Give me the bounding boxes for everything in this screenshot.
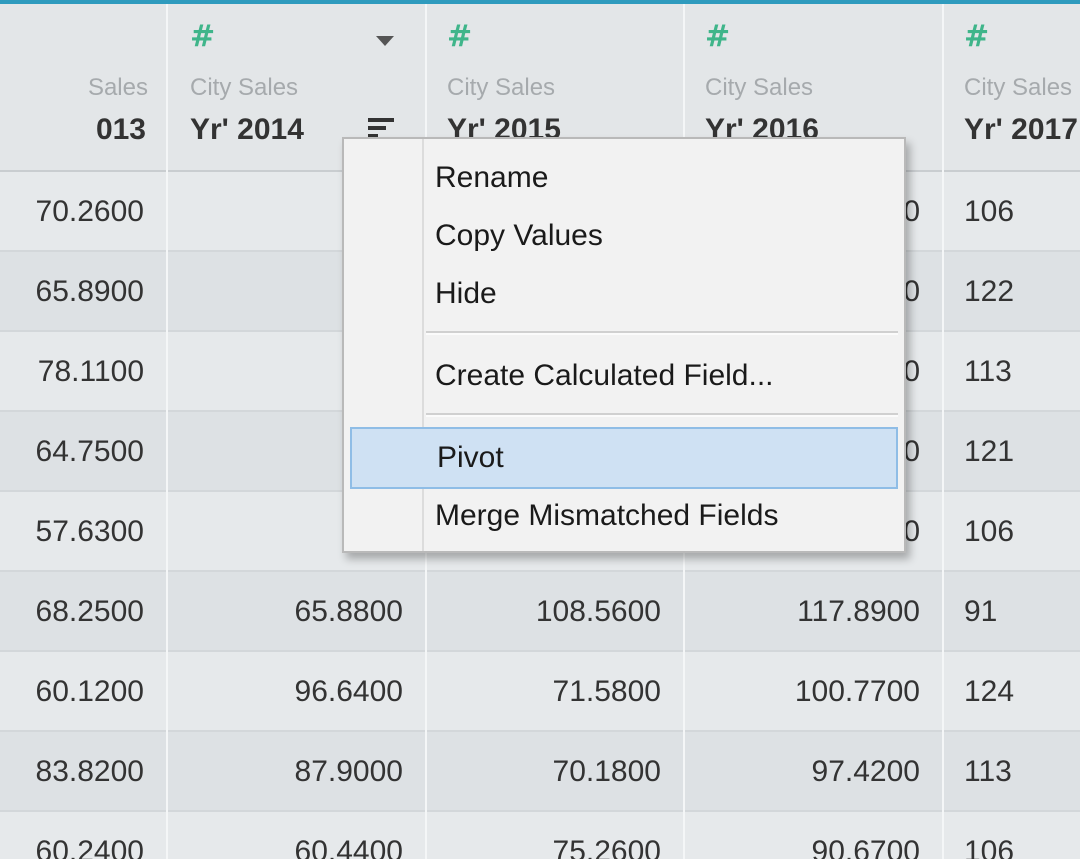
table-row[interactable]: 122 <box>944 252 1080 332</box>
table-row[interactable]: 68.2500 <box>0 572 166 652</box>
table-cell: 78.1100 <box>37 355 144 388</box>
data-source-grid-view: Sales 013 70.2600 65.8900 78.1100 64.7500 57.6… <box>0 0 1080 859</box>
table-row[interactable]: 121 <box>944 412 1080 492</box>
hash-icon: # <box>705 19 731 54</box>
table-cell: 60.4400 <box>294 835 403 859</box>
table-cell: 113 <box>964 755 1012 788</box>
table-row[interactable]: 91 <box>944 572 1080 652</box>
menu-item-rename[interactable]: Rename <box>344 149 900 207</box>
column-title: 013 <box>95 113 146 146</box>
table-cell: 121 <box>964 435 1015 468</box>
menu-separator <box>426 331 898 335</box>
table-row[interactable]: 124 <box>944 652 1080 732</box>
column-5: # City Sales Yr' 2017 106 122 113 121 106 91 124 1… <box>944 0 1080 859</box>
table-cell: 70.2600 <box>35 195 144 228</box>
menu-item-pivot[interactable]: Pivot <box>350 427 898 489</box>
table-cell: 83.8200 <box>35 755 144 788</box>
table-row[interactable]: 87.9000 <box>168 732 425 812</box>
menu-item-hide[interactable]: Hide <box>344 265 900 323</box>
table-cell: 87.9000 <box>294 755 403 788</box>
table-cell: 71.5800 <box>552 675 661 708</box>
table-cell: 70.1800 <box>552 755 661 788</box>
column-title: Yr' 2014 <box>190 113 304 146</box>
table-row[interactable]: 106 <box>944 812 1080 859</box>
column-source-label: City Sales <box>964 74 1073 101</box>
hash-icon: # <box>447 19 473 54</box>
chevron-down-icon[interactable] <box>376 36 394 46</box>
table-cell: 97.4200 <box>811 755 920 788</box>
table-cell: 106 <box>964 835 1015 859</box>
column-header[interactable]: Sales 013 <box>0 0 166 172</box>
table-row[interactable]: 57.6300 <box>0 492 166 572</box>
table-cell: 91 <box>964 595 998 628</box>
table-row[interactable]: 65.8900 <box>0 252 166 332</box>
table-row[interactable]: 90.6700 <box>685 812 942 859</box>
table-row[interactable]: 60.2400 <box>0 812 166 859</box>
table-row[interactable]: 106 <box>944 172 1080 252</box>
table-row[interactable]: 97.4200 <box>685 732 942 812</box>
column-title: Yr' 2017 <box>964 113 1078 146</box>
column-source-label: City Sales <box>705 74 814 101</box>
table-row[interactable]: 70.2600 <box>0 172 166 252</box>
table-row[interactable]: 60.4400 <box>168 812 425 859</box>
table-row[interactable]: 83.8200 <box>0 732 166 812</box>
table-row[interactable]: 60.1200 <box>0 652 166 732</box>
table-cell: 68.2500 <box>35 595 144 628</box>
table-row[interactable]: 106 <box>944 492 1080 572</box>
menu-item-create-calculated-field[interactable]: Create Calculated Field... <box>344 347 900 405</box>
table-row[interactable]: 108.5600 <box>427 572 683 652</box>
table-row[interactable]: 100.7700 <box>685 652 942 732</box>
table-cell: 96.6400 <box>294 675 403 708</box>
hash-icon: # <box>190 19 216 54</box>
column-1: Sales 013 70.2600 65.8900 78.1100 64.7500 57.6… <box>0 0 168 859</box>
table-row[interactable]: 70.1800 <box>427 732 683 812</box>
table-cell: 60.1200 <box>35 675 144 708</box>
table-cell: 75.2600 <box>552 835 661 859</box>
table-cell: 90.6700 <box>811 835 920 859</box>
column-header[interactable]: # City Sales Yr' 2017 <box>944 0 1080 172</box>
table-cell: 65.8900 <box>35 275 144 308</box>
column-source-label: City Sales <box>190 74 299 101</box>
menu-item-copy-values[interactable]: Copy Values <box>344 207 900 265</box>
table-row[interactable]: 113 <box>944 732 1080 812</box>
table-row[interactable]: 117.8900 <box>685 572 942 652</box>
table-row[interactable]: 78.1100 <box>0 332 166 412</box>
hash-icon: # <box>964 19 990 54</box>
table-row[interactable]: 96.6400 <box>168 652 425 732</box>
header-accent-strip <box>0 0 1080 4</box>
table-cell: 57.6300 <box>35 515 144 548</box>
table-row[interactable]: 113 <box>944 332 1080 412</box>
table-cell: 122 <box>964 275 1015 308</box>
menu-item-merge-mismatched-fields[interactable]: Merge Mismatched Fields <box>344 487 900 545</box>
table-cell: 106 <box>964 195 1015 228</box>
table-cell: 124 <box>964 675 1015 708</box>
column-context-menu: Rename Copy Values Hide Create Calculated F… <box>342 137 906 553</box>
table-row[interactable]: 65.8800 <box>168 572 425 652</box>
menu-separator <box>426 413 898 417</box>
table-cell: 108.5600 <box>535 595 661 628</box>
table-row[interactable]: 64.7500 <box>0 412 166 492</box>
table-cell: 117.8900 <box>797 595 920 628</box>
table-row[interactable]: 71.5800 <box>427 652 683 732</box>
column-source-label: Sales <box>87 74 148 101</box>
table-cell: 100.7700 <box>794 675 920 708</box>
table-cell: 113 <box>964 355 1012 388</box>
table-cell: 60.2400 <box>35 835 144 859</box>
column-source-label: City Sales <box>447 74 556 101</box>
table-cell: 106 <box>964 515 1015 548</box>
table-cell: 64.7500 <box>35 435 144 468</box>
table-cell: 65.8800 <box>294 595 403 628</box>
table-row[interactable]: 75.2600 <box>427 812 683 859</box>
